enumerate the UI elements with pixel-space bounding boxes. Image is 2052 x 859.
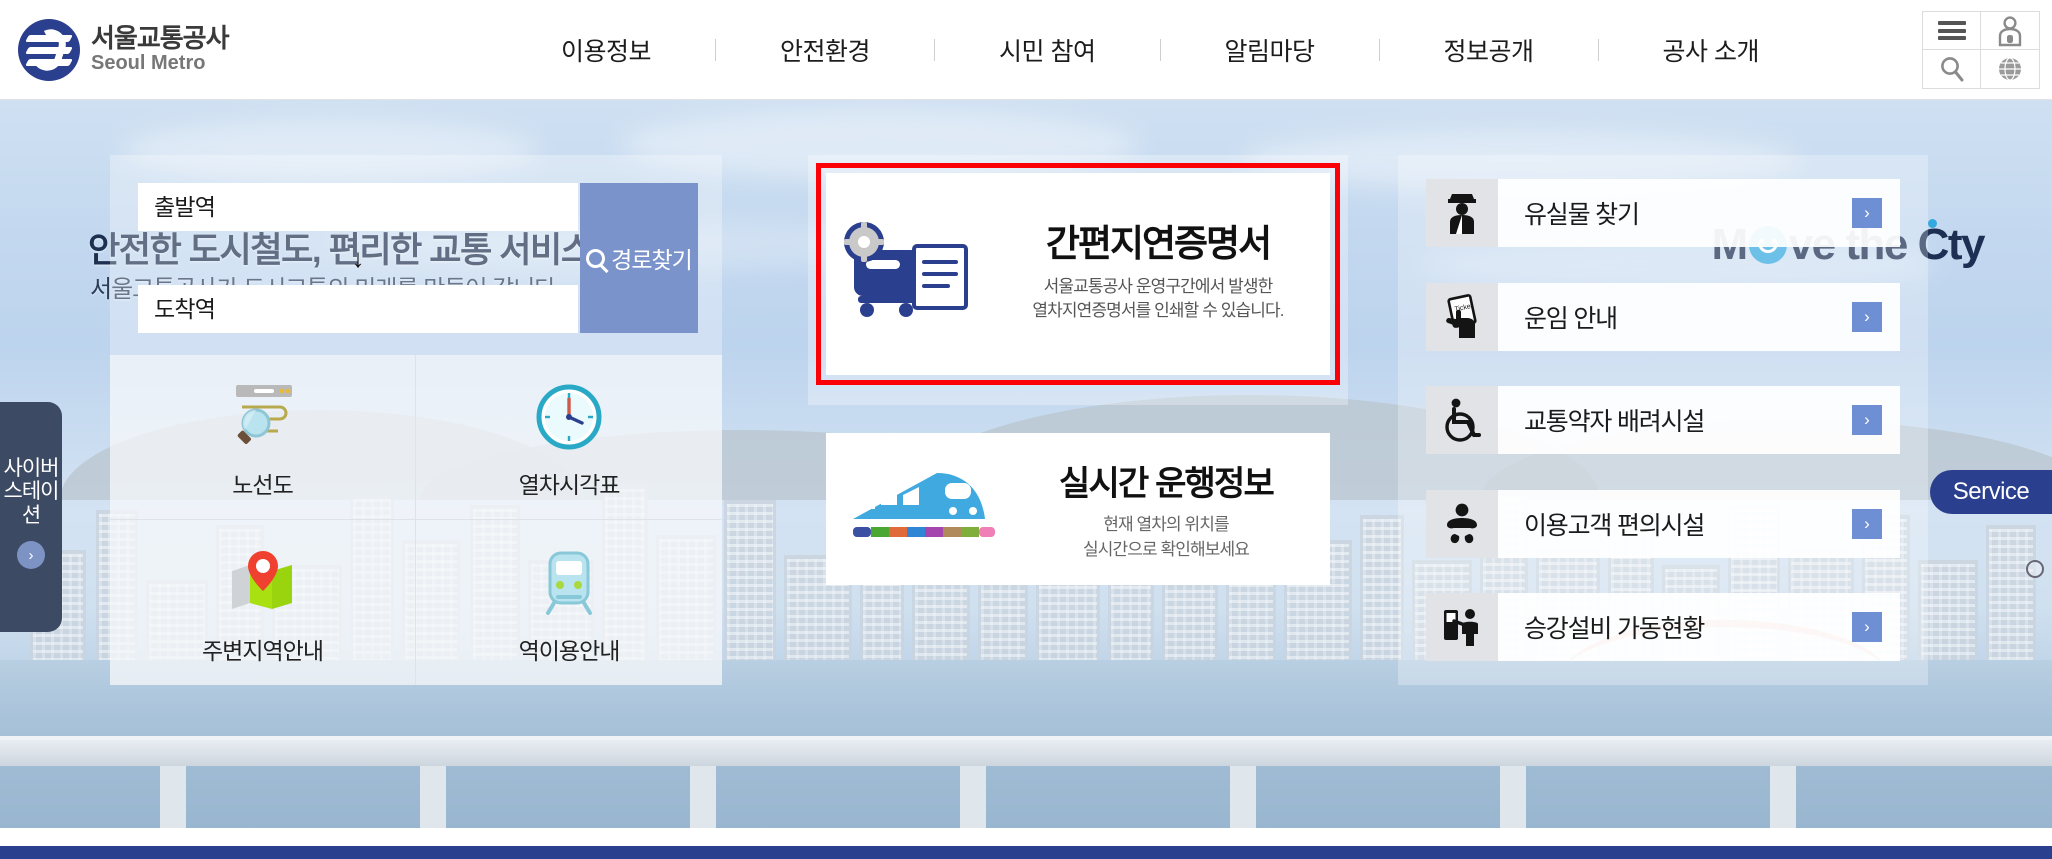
menu-button[interactable]: [1923, 12, 1981, 50]
realtime-info-card[interactable]: 실시간 운행정보 현재 열차의 위치를 실시간으로 확인해보세요: [826, 433, 1330, 585]
service-link-label: 이용고객 편의시설: [1524, 511, 1705, 540]
cyber-station-label: 사이버스테이션: [3, 456, 60, 527]
service-tab[interactable]: Service: [1930, 470, 2052, 514]
route-map-icon: [220, 374, 306, 460]
clock-icon: [528, 374, 610, 460]
arrival-station-input[interactable]: [138, 285, 578, 333]
search-button[interactable]: [1923, 50, 1981, 88]
service-link-lost-and-found[interactable]: 유실물 찾기 ›: [1426, 179, 1900, 247]
nav-item-about-company[interactable]: 공사 소개: [1663, 32, 1760, 68]
cyber-station-tab[interactable]: 사이버스테이션 ›: [0, 402, 62, 632]
nav-item-safety-environment[interactable]: 안전환경: [780, 32, 871, 68]
elevator-person-icon: [1426, 593, 1498, 661]
service-tab-label: Service: [1952, 478, 2030, 505]
logo-korean-name: 서울교통공사: [91, 22, 230, 53]
service-link-label: 승강설비 가동현황: [1524, 615, 1705, 643]
delay-certificate-icon: [826, 216, 996, 332]
chevron-right-icon: ›: [1852, 301, 1882, 332]
realtime-text: 실시간 운행정보 현재 열차의 위치를 실시간으로 확인해보세요: [1016, 456, 1330, 562]
realtime-train-icon: [826, 461, 1016, 557]
center-cards: 간편지연증명서 서울교통공사 운영구간에서 발생한 열차지연증명서를 인쇄할 수…: [808, 155, 1348, 685]
quick-link-nearby-area[interactable]: 주변지역안내: [110, 520, 416, 685]
wheelchair-icon: [1426, 386, 1498, 454]
service-link-label: 유실물 찾기: [1524, 201, 1640, 229]
departure-station-input[interactable]: [138, 183, 578, 231]
route-search-widget: ↓ 경로찾기: [138, 183, 698, 335]
nav-item-citizen-participation[interactable]: 시민 참여: [999, 32, 1096, 68]
service-link-label: 운임 안내: [1524, 304, 1618, 333]
user-account-icon: [1998, 15, 2022, 46]
certificate-title: 간편지연증명서: [1045, 223, 1272, 265]
train-icon: [528, 540, 610, 626]
quick-link-label: 열차시각표: [518, 472, 621, 498]
nav-divider: [1378, 38, 1380, 61]
realtime-desc-line2: 실시간으로 확인해보세요: [1083, 539, 1250, 559]
find-route-button[interactable]: 경로찾기: [580, 183, 698, 333]
quick-link-route-map[interactable]: 노선도: [110, 355, 416, 520]
scroll-indicator-dot[interactable]: [2026, 560, 2044, 578]
chevron-right-icon: ›: [1852, 612, 1882, 642]
nav-item-usage-info[interactable]: 이용정보: [561, 32, 652, 68]
certificate-desc-line2: 열차지연증명서를 인쇄할 수 있습니다.: [1032, 301, 1284, 321]
nav-item-notice-board[interactable]: 알림마당: [1225, 32, 1316, 68]
language-button[interactable]: [1981, 50, 2039, 88]
site-logo[interactable]: 서울교통공사 Seoul Metro: [18, 18, 308, 81]
chevron-right-icon: ›: [1852, 508, 1882, 539]
cyber-station-open-button[interactable]: ›: [17, 541, 45, 570]
delay-certificate-card[interactable]: 간편지연증명서 서울교통공사 운영구간에서 발생한 열차지연증명서를 인쇄할 수…: [816, 163, 1340, 385]
bridge-deck: [0, 740, 2052, 766]
quick-link-station-guide[interactable]: 역이용안내: [416, 520, 722, 685]
baby-care-icon: [1426, 489, 1498, 558]
site-header: 서울교통공사 Seoul Metro 이용정보 안전환경 시민 참여 알림마당 …: [0, 0, 2052, 100]
user-account-button[interactable]: [1981, 12, 2039, 50]
nav-divider: [1159, 38, 1161, 61]
nav-divider: [934, 38, 936, 61]
realtime-title: 실시간 운행정보: [1058, 464, 1275, 503]
certificate-text: 간편지연증명서 서울교통공사 운영구간에서 발생한 열차지연증명서를 인쇄할 수…: [1002, 223, 1330, 324]
quick-link-label: 노선도: [232, 472, 293, 498]
service-link-accessibility-facilities[interactable]: 교통약자 배려시설 ›: [1426, 386, 1900, 454]
globe-language-icon: [1999, 57, 2021, 81]
bottom-accent-bar: [0, 846, 2052, 859]
quick-link-label: 주변지역안내: [202, 637, 324, 664]
find-route-label: 경로찾기: [611, 247, 693, 273]
quick-link-label: 역이용안내: [518, 637, 621, 664]
swap-direction-arrow-icon: ↓: [351, 243, 365, 273]
main-navigation: 이용정보 안전환경 시민 참여 알림마당 정보공개 공사 소개: [268, 32, 2052, 68]
route-and-quicklinks-panel: ↓ 경로찾기: [110, 155, 722, 685]
chevron-right-icon: ›: [1852, 198, 1882, 228]
logo-text: 서울교통공사 Seoul Metro: [91, 22, 230, 75]
chevron-right-icon: ›: [1852, 405, 1882, 435]
map-pin-icon: [220, 540, 306, 626]
quick-links-grid: 노선도 열차시각표 주변지역안내 역이용안내: [110, 355, 722, 685]
service-link-fare-guide[interactable]: Ticket 운임 안내 ›: [1426, 282, 1900, 351]
route-fields: ↓: [138, 183, 578, 335]
city-dot-icon: [1927, 218, 1937, 228]
nav-divider: [1597, 38, 1599, 61]
menu-icon: [1937, 18, 1966, 44]
quick-link-train-timetable[interactable]: 열차시각표: [416, 355, 722, 520]
seoul-metro-homepage: 서울교통공사 Seoul Metro 이용정보 안전환경 시민 참여 알림마당 …: [0, 0, 2052, 859]
service-link-label: 교통약자 배려시설: [1524, 408, 1705, 436]
realtime-desc-line1: 현재 열차의 위치를: [1103, 514, 1229, 534]
search-icon: [1940, 57, 1963, 82]
slogan-part-3: ty: [1947, 220, 1986, 269]
page-spacer: [0, 828, 2052, 846]
nav-divider: [715, 38, 717, 61]
logo-english-name: Seoul Metro: [91, 52, 206, 75]
service-link-customer-convenience-facilities[interactable]: 이용고객 편의시설 ›: [1426, 489, 1900, 558]
header-icon-grid: [1922, 11, 2040, 89]
station-staff-icon: [1426, 179, 1498, 247]
nav-item-information-disclosure[interactable]: 정보공개: [1444, 32, 1535, 68]
service-link-elevator-status[interactable]: 승강설비 가동현황 ›: [1426, 593, 1900, 661]
ticket-hand-icon: Ticket: [1426, 282, 1498, 351]
search-icon: [586, 248, 606, 268]
certificate-desc-line1: 서울교통공사 운영구간에서 발생한: [1043, 276, 1274, 296]
service-links-panel: 유실물 찾기 › Ticket 운임 안내 › 교통약자 배려시설 › 이용고객…: [1398, 155, 1928, 685]
seoul-metro-logo-icon: [18, 18, 80, 81]
